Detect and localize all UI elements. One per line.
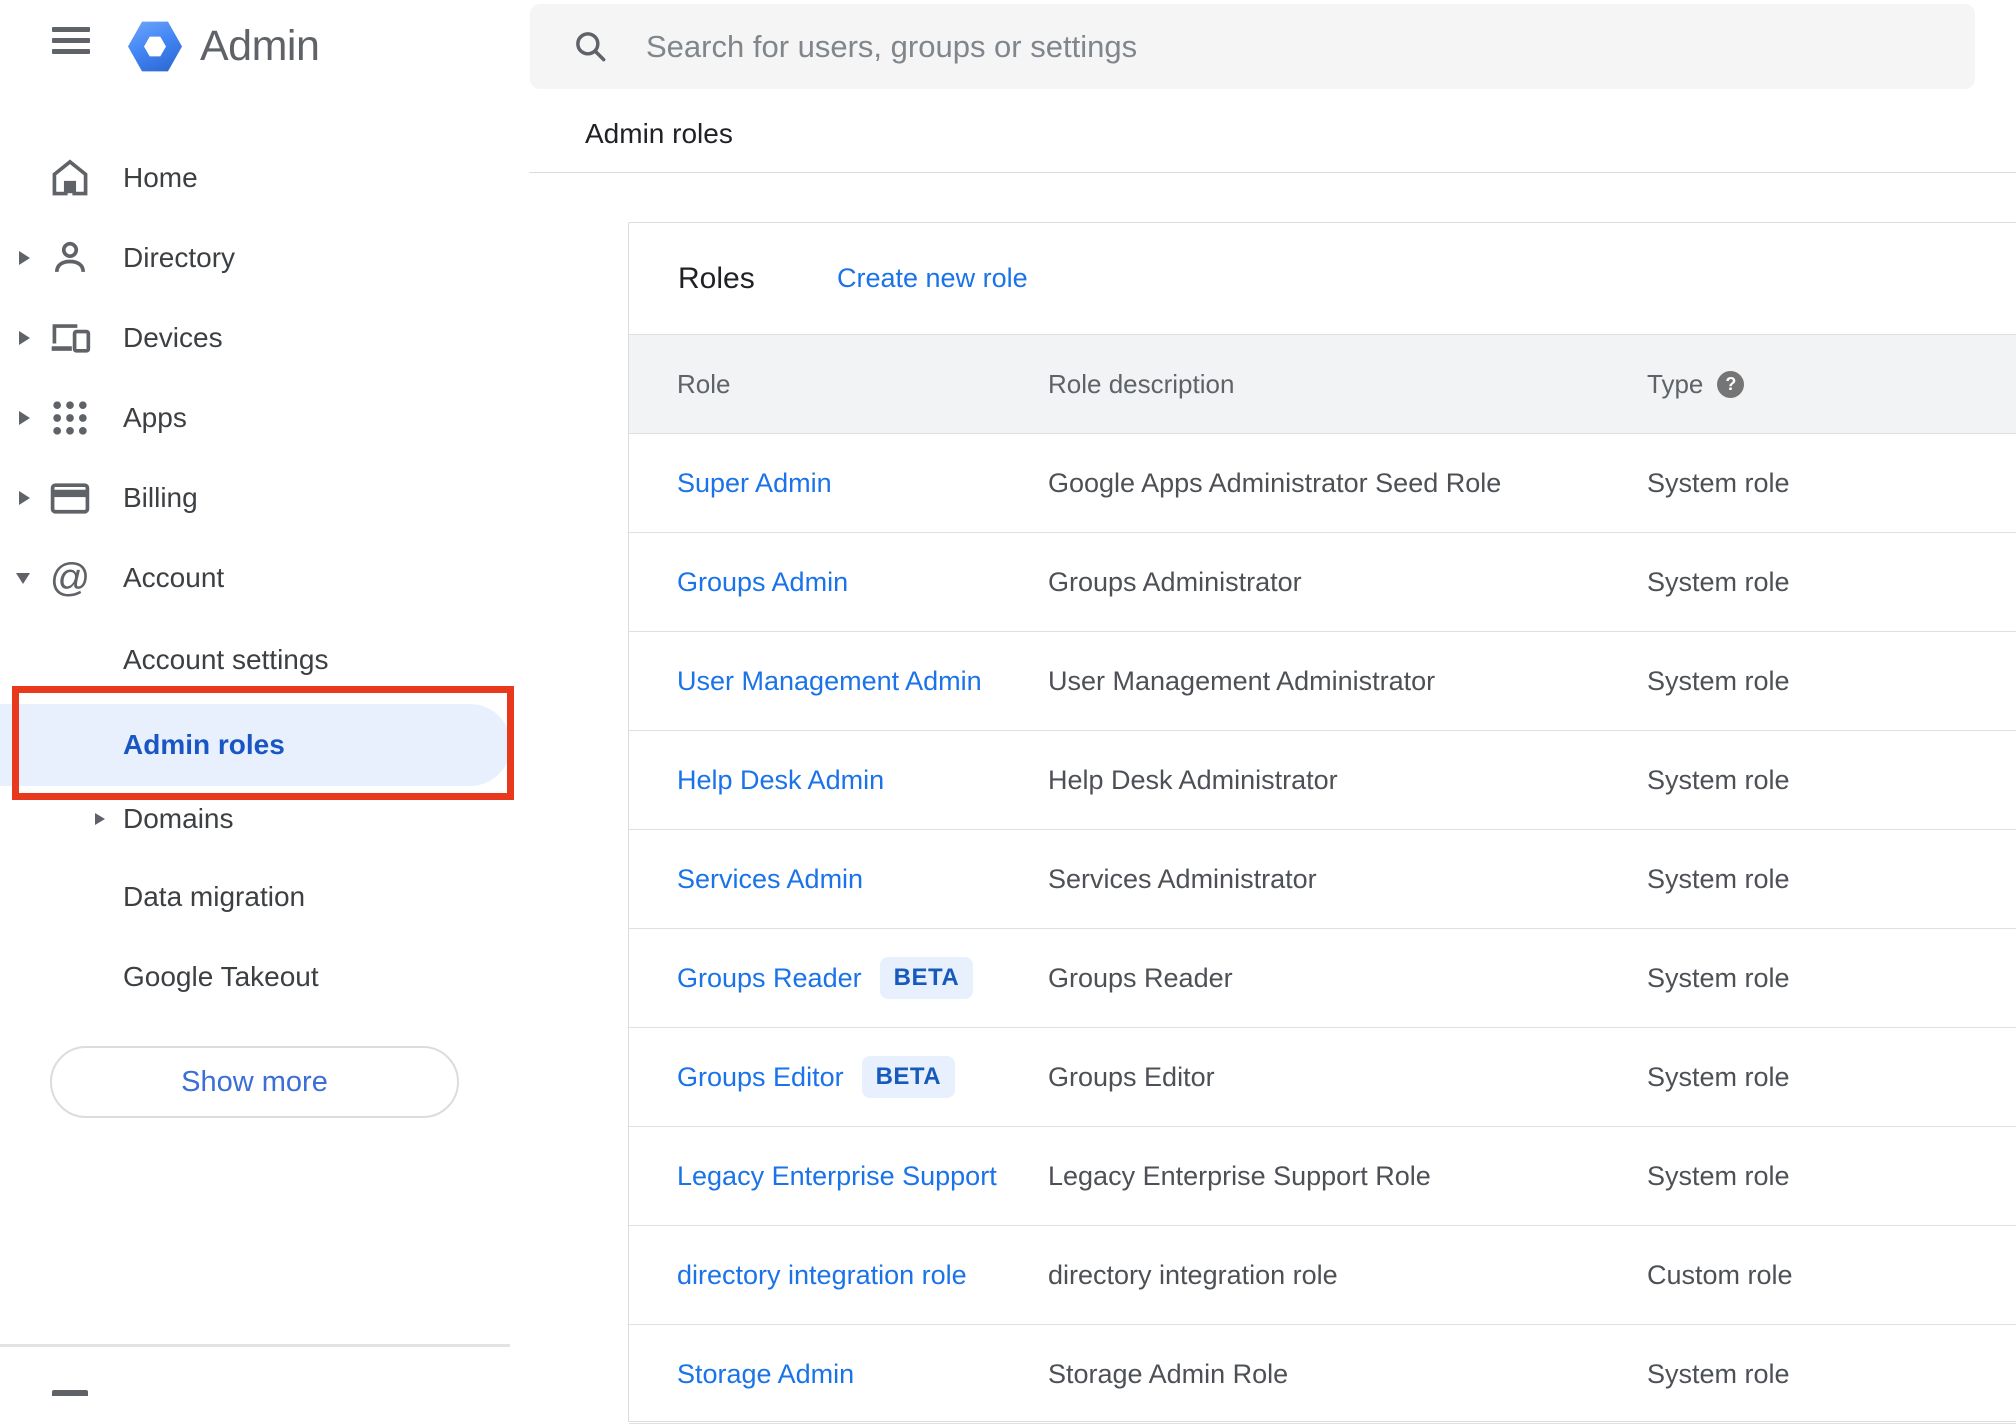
role-type: System role	[1647, 863, 1790, 894]
sidebar-item-label: Directory	[123, 242, 236, 273]
role-link[interactable]: Super Admin	[677, 468, 832, 499]
sidebar-item-apps[interactable]: Apps	[0, 386, 510, 450]
collapse-caret-icon[interactable]	[16, 572, 30, 584]
credit-card-icon	[48, 476, 92, 520]
role-type: System role	[1647, 962, 1790, 993]
header-divider	[529, 172, 2016, 173]
table-row: Groups Editor BETA Groups Editor System …	[629, 1028, 2016, 1127]
expand-caret-icon[interactable]	[19, 251, 30, 265]
table-row: Help Desk Admin Help Desk Administrator …	[629, 731, 2016, 830]
role-link[interactable]: User Management Admin	[677, 666, 982, 697]
table-row: Services Admin Services Administrator Sy…	[629, 830, 2016, 929]
role-description: Help Desk Administrator	[1048, 764, 1338, 795]
role-type: System role	[1647, 665, 1790, 696]
column-header-type: Type ?	[1647, 369, 1745, 400]
role-link[interactable]: Services Admin	[677, 864, 863, 895]
table-row: Super Admin Google Apps Administrator Se…	[629, 434, 2016, 533]
sidebar-item-label: Devices	[123, 322, 223, 353]
sidebar-item-label: Google Takeout	[123, 961, 319, 992]
role-description: directory integration role	[1048, 1259, 1338, 1290]
role-type: System role	[1647, 764, 1790, 795]
sidebar-item-label: Domains	[123, 803, 234, 834]
column-header-role: Role	[677, 368, 731, 399]
help-icon[interactable]: ?	[1717, 370, 1745, 398]
sidebar-item-label: Account	[123, 562, 225, 593]
sidebar-item-label: Apps	[123, 402, 187, 433]
table-row: User Management Admin User Management Ad…	[629, 632, 2016, 731]
sidebar-item-google-takeout[interactable]: Google Takeout	[0, 947, 510, 1007]
app-title: Admin	[200, 22, 320, 70]
table-row: Legacy Enterprise Support Legacy Enterpr…	[629, 1127, 2016, 1226]
sidebar-item-billing[interactable]: Billing	[0, 466, 510, 530]
sidebar-item-admin-roles[interactable]: Admin roles	[0, 704, 511, 786]
column-header-description: Role description	[1048, 368, 1235, 399]
sidebar-bottom-divider	[0, 1344, 510, 1347]
admin-logo-icon	[128, 21, 182, 72]
expand-caret-icon[interactable]	[19, 411, 30, 425]
role-type: System role	[1647, 566, 1790, 597]
sidebar: Admin Home Directory Devices Apps Billin…	[0, 0, 530, 1396]
sidebar-item-domains[interactable]: Domains	[0, 789, 510, 849]
table-row: Groups Reader BETA Groups Reader System …	[629, 929, 2016, 1028]
role-type: Custom role	[1647, 1259, 1793, 1290]
sidebar-item-account[interactable]: @ Account	[0, 546, 510, 610]
role-type: System role	[1647, 1358, 1790, 1389]
role-link[interactable]: Groups Editor	[677, 1062, 844, 1093]
table-header-row: Role Role description Type ?	[629, 334, 2016, 434]
role-description: User Management Administrator	[1048, 665, 1436, 696]
apps-grid-icon	[48, 396, 92, 440]
search-input[interactable]: Search for users, groups or settings	[530, 4, 1975, 89]
sidebar-item-home[interactable]: Home	[0, 146, 510, 210]
sidebar-item-devices[interactable]: Devices	[0, 306, 510, 370]
person-icon	[48, 236, 92, 280]
sidebar-item-label: Home	[123, 162, 198, 193]
role-link-with-badge[interactable]: Groups Reader BETA	[677, 957, 974, 999]
menu-hamburger-icon[interactable]	[52, 27, 90, 54]
beta-badge: BETA	[879, 957, 974, 999]
role-description: Groups Administrator	[1048, 566, 1302, 597]
cutoff-nav-icon	[52, 1390, 88, 1396]
role-link[interactable]: Storage Admin	[677, 1359, 854, 1390]
roles-card: Roles Create new role Role Role descript…	[628, 222, 2016, 1424]
table-row: directory integration role directory int…	[629, 1226, 2016, 1325]
beta-badge: BETA	[861, 1056, 956, 1098]
role-link-with-badge[interactable]: Groups Editor BETA	[677, 1056, 956, 1098]
sidebar-item-data-migration[interactable]: Data migration	[0, 867, 510, 927]
search-icon	[572, 28, 610, 66]
table-row: Groups Admin Groups Administrator System…	[629, 533, 2016, 632]
role-link[interactable]: Legacy Enterprise Support	[677, 1161, 997, 1192]
create-new-role-link[interactable]: Create new role	[837, 263, 1028, 294]
role-type: System role	[1647, 1061, 1790, 1092]
expand-caret-icon[interactable]	[95, 813, 105, 825]
devices-icon	[48, 316, 92, 360]
expand-caret-icon[interactable]	[19, 331, 30, 345]
role-description: Services Administrator	[1048, 863, 1317, 894]
roles-title: Roles	[678, 261, 755, 295]
sidebar-item-account-settings[interactable]: Account settings	[0, 630, 510, 690]
at-sign-icon: @	[49, 556, 91, 600]
role-description: Google Apps Administrator Seed Role	[1048, 467, 1502, 498]
show-more-button[interactable]: Show more	[50, 1046, 459, 1118]
role-description: Groups Editor	[1048, 1061, 1215, 1092]
role-type: System role	[1647, 467, 1790, 498]
sidebar-item-label: Account settings	[123, 644, 329, 675]
home-icon	[48, 156, 92, 200]
sidebar-item-directory[interactable]: Directory	[0, 226, 510, 290]
role-link[interactable]: Groups Admin	[677, 567, 848, 598]
role-link[interactable]: directory integration role	[677, 1260, 967, 1291]
role-link[interactable]: Groups Reader	[677, 963, 862, 994]
expand-caret-icon[interactable]	[19, 491, 30, 505]
role-type: System role	[1647, 1160, 1790, 1191]
sidebar-item-label: Data migration	[123, 881, 306, 912]
sidebar-item-label: Admin roles	[123, 729, 285, 760]
role-link[interactable]: Help Desk Admin	[677, 765, 884, 796]
roles-card-header: Roles Create new role	[629, 223, 2016, 334]
role-description: Legacy Enterprise Support Role	[1048, 1160, 1431, 1191]
role-description: Storage Admin Role	[1048, 1358, 1289, 1389]
role-description: Groups Reader	[1048, 962, 1233, 993]
sidebar-item-label: Billing	[123, 482, 198, 513]
breadcrumb: Admin roles	[585, 118, 733, 149]
search-placeholder: Search for users, groups or settings	[646, 28, 1138, 64]
table-row: Storage Admin Storage Admin Role System …	[629, 1325, 2016, 1424]
